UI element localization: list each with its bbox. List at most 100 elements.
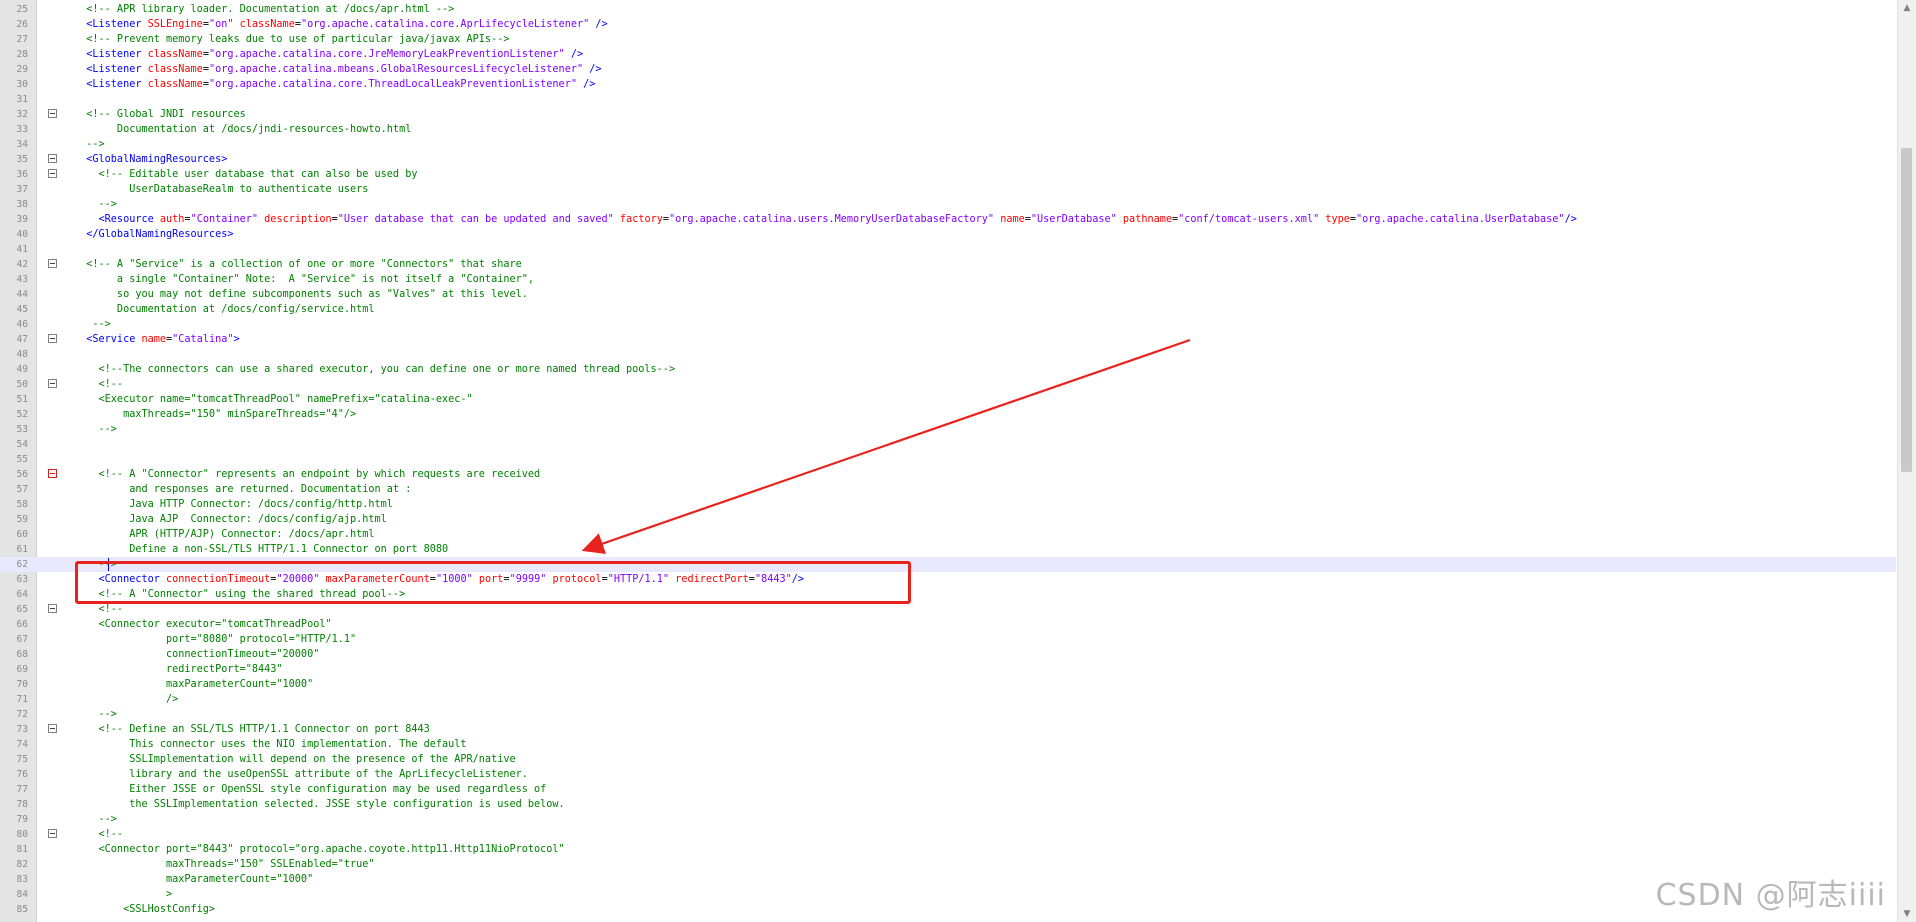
code-text: so you may not define subcomponents such… bbox=[74, 289, 528, 300]
code-text: <Listener className="org.apache.catalina… bbox=[74, 64, 602, 75]
code-line[interactable]: 31 bbox=[0, 92, 1896, 107]
code-line[interactable]: 79 --> bbox=[0, 812, 1896, 827]
scroll-down-arrow-icon[interactable]: ▼ bbox=[1898, 906, 1916, 922]
code-line[interactable]: 78 the SSLImplementation selected. JSSE … bbox=[0, 797, 1896, 812]
code-line[interactable]: 38 --> bbox=[0, 197, 1896, 212]
code-line[interactable]: 72 --> bbox=[0, 707, 1896, 722]
code-text: <!-- Define an SSL/TLS HTTP/1.1 Connecto… bbox=[74, 724, 430, 735]
code-text: Either JSSE or OpenSSL style configurati… bbox=[74, 784, 547, 795]
line-number: 57 bbox=[16, 484, 28, 495]
code-line[interactable]: 35 <GlobalNamingResources> bbox=[0, 152, 1896, 167]
code-line[interactable]: 47 <Service name="Catalina"> bbox=[0, 332, 1896, 347]
code-editor[interactable]: 25 <!-- APR library loader. Documentatio… bbox=[0, 0, 1916, 922]
code-line[interactable]: 82 maxThreads="150" SSLEnabled="true" bbox=[0, 857, 1896, 872]
code-line[interactable]: 34 --> bbox=[0, 137, 1896, 152]
fold-toggle-icon[interactable] bbox=[48, 724, 57, 733]
code-text: <!-- A "Service" is a collection of one … bbox=[74, 259, 522, 270]
fold-toggle-icon[interactable] bbox=[48, 829, 57, 838]
code-line[interactable]: 49 <!--The connectors can use a shared e… bbox=[0, 362, 1896, 377]
code-text: <!-- Prevent memory leaks due to use of … bbox=[74, 34, 510, 45]
code-line[interactable]: 51 <Executor name="tomcatThreadPool" nam… bbox=[0, 392, 1896, 407]
line-number: 65 bbox=[16, 604, 28, 615]
scroll-up-arrow-icon[interactable]: ▲ bbox=[1898, 0, 1916, 16]
code-line[interactable]: 36 <!-- Editable user database that can … bbox=[0, 167, 1896, 182]
code-line[interactable]: 84 > bbox=[0, 887, 1896, 902]
code-line[interactable]: 41 bbox=[0, 242, 1896, 257]
fold-toggle-icon[interactable] bbox=[48, 109, 57, 118]
code-line[interactable]: 67 port="8080" protocol="HTTP/1.1" bbox=[0, 632, 1896, 647]
fold-toggle-icon[interactable] bbox=[48, 379, 57, 388]
code-line[interactable]: 54 bbox=[0, 437, 1896, 452]
code-text: </GlobalNamingResources> bbox=[74, 229, 234, 240]
vertical-scrollbar[interactable]: ▲ ▼ bbox=[1897, 0, 1916, 922]
code-line[interactable]: 83 maxParameterCount="1000" bbox=[0, 872, 1896, 887]
code-line[interactable]: 69 redirectPort="8443" bbox=[0, 662, 1896, 677]
code-line[interactable]: 30 <Listener className="org.apache.catal… bbox=[0, 77, 1896, 92]
code-line[interactable]: 52 maxThreads="150" minSpareThreads="4"/… bbox=[0, 407, 1896, 422]
code-line[interactable]: 55 bbox=[0, 452, 1896, 467]
code-line[interactable]: 77 Either JSSE or OpenSSL style configur… bbox=[0, 782, 1896, 797]
code-line[interactable]: 42 <!-- A "Service" is a collection of o… bbox=[0, 257, 1896, 272]
fold-toggle-icon[interactable] bbox=[48, 334, 57, 343]
code-line[interactable]: 57 and responses are returned. Documenta… bbox=[0, 482, 1896, 497]
code-line[interactable]: 50 <!-- bbox=[0, 377, 1896, 392]
line-number: 32 bbox=[16, 109, 28, 120]
code-line[interactable]: 56 <!-- A "Connector" represents an endp… bbox=[0, 467, 1896, 482]
fold-toggle-icon[interactable] bbox=[48, 604, 57, 613]
code-text: maxThreads="150" minSpareThreads="4"/> bbox=[74, 409, 357, 420]
line-number: 60 bbox=[16, 529, 28, 540]
line-number: 46 bbox=[16, 319, 28, 330]
code-text: <Connector executor="tomcatThreadPool" bbox=[74, 619, 332, 630]
code-line[interactable]: 48 bbox=[0, 347, 1896, 362]
code-line[interactable]: 53 --> bbox=[0, 422, 1896, 437]
code-text: a single "Container" Note: A "Service" i… bbox=[74, 274, 535, 285]
scrollbar-thumb[interactable] bbox=[1901, 148, 1912, 472]
code-line[interactable]: 28 <Listener className="org.apache.catal… bbox=[0, 47, 1896, 62]
code-line[interactable]: 33 Documentation at /docs/jndi-resources… bbox=[0, 122, 1896, 137]
code-text: <GlobalNamingResources> bbox=[74, 154, 228, 165]
code-text: Java AJP Connector: /docs/config/ajp.htm… bbox=[74, 514, 387, 525]
code-line[interactable]: 70 maxParameterCount="1000" bbox=[0, 677, 1896, 692]
code-line[interactable]: 32 <!-- Global JNDI resources bbox=[0, 107, 1896, 122]
code-line[interactable]: 59 Java AJP Connector: /docs/config/ajp.… bbox=[0, 512, 1896, 527]
code-line[interactable]: 45 Documentation at /docs/config/service… bbox=[0, 302, 1896, 317]
code-text: Define a non-SSL/TLS HTTP/1.1 Connector … bbox=[74, 544, 449, 555]
code-line[interactable]: 43 a single "Container" Note: A "Service… bbox=[0, 272, 1896, 287]
code-line[interactable]: 73 <!-- Define an SSL/TLS HTTP/1.1 Conne… bbox=[0, 722, 1896, 737]
code-line[interactable]: 81 <Connector port="8443" protocol="org.… bbox=[0, 842, 1896, 857]
fold-toggle-icon[interactable] bbox=[48, 259, 57, 268]
line-number: 61 bbox=[16, 544, 28, 555]
code-line[interactable]: 80 <!-- bbox=[0, 827, 1896, 842]
code-line[interactable]: 65 <!-- bbox=[0, 602, 1896, 617]
code-line[interactable]: 58 Java HTTP Connector: /docs/config/htt… bbox=[0, 497, 1896, 512]
code-text: UserDatabaseRealm to authenticate users bbox=[74, 184, 369, 195]
code-line[interactable]: 68 connectionTimeout="20000" bbox=[0, 647, 1896, 662]
line-number: 74 bbox=[16, 739, 28, 750]
code-line[interactable]: 26 <Listener SSLEngine="on" className="o… bbox=[0, 17, 1896, 32]
code-line[interactable]: 71 /> bbox=[0, 692, 1896, 707]
line-number: 84 bbox=[16, 889, 28, 900]
fold-toggle-icon[interactable] bbox=[48, 169, 57, 178]
line-number: 47 bbox=[16, 334, 28, 345]
code-text: Documentation at /docs/config/service.ht… bbox=[74, 304, 375, 315]
code-line[interactable]: 60 APR (HTTP/AJP) Connector: /docs/apr.h… bbox=[0, 527, 1896, 542]
fold-toggle-icon[interactable] bbox=[48, 469, 57, 478]
code-line[interactable]: 66 <Connector executor="tomcatThreadPool… bbox=[0, 617, 1896, 632]
code-line[interactable]: 44 so you may not define subcomponents s… bbox=[0, 287, 1896, 302]
code-text: SSLImplementation will depend on the pre… bbox=[74, 754, 516, 765]
code-line[interactable]: 29 <Listener className="org.apache.catal… bbox=[0, 62, 1896, 77]
fold-toggle-icon[interactable] bbox=[48, 154, 57, 163]
line-number: 56 bbox=[16, 469, 28, 480]
code-line[interactable]: 76 library and the useOpenSSL attribute … bbox=[0, 767, 1896, 782]
code-line[interactable]: 39 <Resource auth="Container" descriptio… bbox=[0, 212, 1896, 227]
code-line[interactable]: 46 --> bbox=[0, 317, 1896, 332]
code-line[interactable]: 40 </GlobalNamingResources> bbox=[0, 227, 1896, 242]
code-line[interactable]: 27 <!-- Prevent memory leaks due to use … bbox=[0, 32, 1896, 47]
code-line[interactable]: 74 This connector uses the NIO implement… bbox=[0, 737, 1896, 752]
code-line[interactable]: 61 Define a non-SSL/TLS HTTP/1.1 Connect… bbox=[0, 542, 1896, 557]
code-line[interactable]: 75 SSLImplementation will depend on the … bbox=[0, 752, 1896, 767]
code-line[interactable]: 25 <!-- APR library loader. Documentatio… bbox=[0, 2, 1896, 17]
code-line[interactable]: 85 <SSLHostConfig> bbox=[0, 902, 1896, 917]
code-text: > bbox=[74, 889, 173, 900]
code-line[interactable]: 37 UserDatabaseRealm to authenticate use… bbox=[0, 182, 1896, 197]
